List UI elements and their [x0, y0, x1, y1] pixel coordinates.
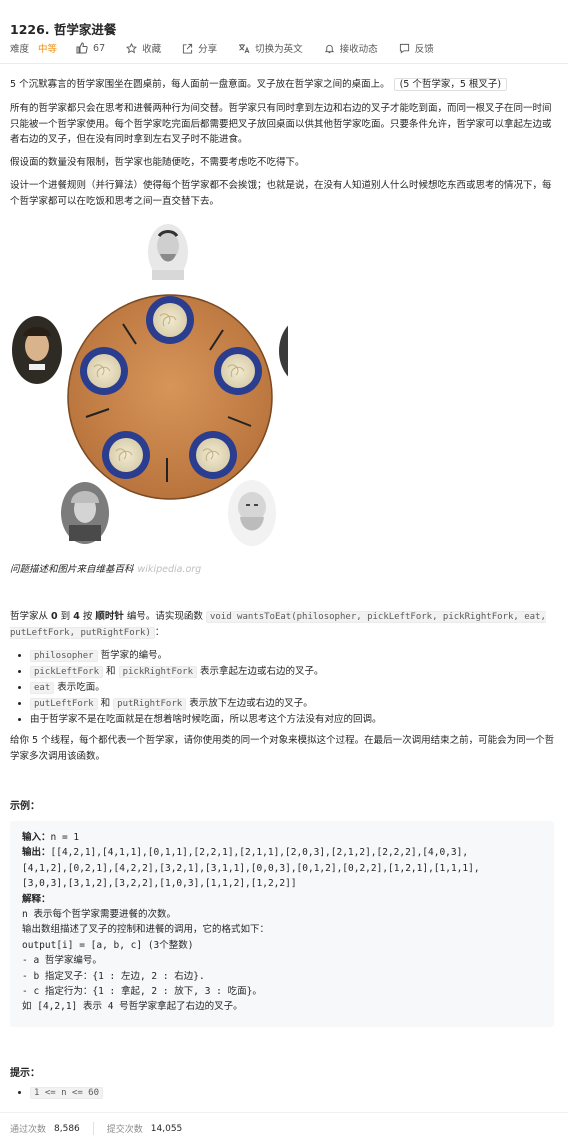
feedback-button[interactable]: 反馈	[399, 41, 434, 55]
text-fragment: ：	[154, 627, 165, 638]
list-item: 由于哲学家不是在吃面就是在想着啥时候吃面，所以思考这个方法没有对应的回调。	[30, 712, 382, 727]
pasta-plate	[80, 347, 128, 395]
description-text-1: 5 个沉默寡言的哲学家围坐在圆桌前，每人面前一盘意面。叉子放在哲学家之间的桌面上…	[10, 79, 390, 90]
list-item-text: 和	[97, 698, 114, 709]
hints-heading: 提示：	[10, 1068, 40, 1079]
thumbs-up-icon	[76, 42, 88, 54]
inline-code: pickRightFork	[118, 666, 198, 678]
constraint-code: 1 <= n <= 60	[30, 1087, 104, 1099]
list-item: eat 表示吃面。	[30, 680, 382, 696]
notify-button[interactable]: 接收动态	[324, 41, 378, 55]
list-item: putLeftFork 和 putRightFork 表示放下左边或右边的叉子。	[30, 696, 382, 712]
problem-meta-bar: 难度 中等 67 收藏 分享 切换为英文 接收动态 反馈	[10, 41, 455, 55]
like-count: 67	[93, 42, 106, 54]
pasta-plate	[102, 431, 150, 479]
text-fragment: 顺时针	[95, 611, 124, 622]
text-fragment: 按	[79, 611, 96, 622]
philosopher-portrait	[228, 480, 276, 546]
example-heading: 示例：	[10, 801, 40, 812]
parameter-list: philosopher 哲学家的编号。 pickLeftFork 和 pickR…	[30, 648, 382, 727]
example-code-block: 输入：n = 1 输出：[[4,2,1],[4,1,1],[0,1,1],[2,…	[10, 821, 554, 1027]
explanation-text: n 表示每个哲学家需要进餐的次数。 输出数组描述了叉子的控制和进餐的调用，它的格…	[22, 909, 270, 1013]
explanation-label: 解释：	[22, 893, 51, 905]
text-fragment: 4	[73, 611, 80, 622]
feedback-label: 反馈	[414, 44, 434, 55]
switch-language-label: 切换为英文	[255, 44, 303, 55]
like-button[interactable]: 67	[76, 42, 105, 54]
text-fragment: 编号。请实现函数	[123, 611, 206, 622]
pasta-plate	[189, 431, 237, 479]
list-item-text: 表示放下左边或右边的叉子。	[186, 698, 313, 709]
inline-code: putLeftFork	[30, 698, 98, 710]
philosopher-portrait	[61, 482, 109, 544]
pasta-plate	[146, 296, 194, 344]
inline-code: pickLeftFork	[30, 666, 104, 678]
submitted-count: 14,055	[150, 1123, 183, 1134]
submission-stats: 通过次数 8,586 提交次数 14,055	[10, 1122, 182, 1135]
star-icon	[126, 42, 138, 53]
caption-text: 问题描述和图片来自维基百科	[10, 564, 134, 575]
list-item: philosopher 哲学家的编号。	[30, 648, 382, 664]
collect-button[interactable]: 收藏	[126, 41, 161, 55]
text-fragment: 0	[51, 611, 58, 622]
accepted-count: 8,586	[54, 1123, 80, 1134]
share-label: 分享	[198, 44, 218, 55]
list-item-text: 哲学家的编号。	[97, 650, 168, 661]
switch-language-button[interactable]: 切换为英文	[238, 41, 303, 55]
translate-icon	[239, 43, 250, 53]
list-item-text: 由于哲学家不是在吃面就是在想着啥时候吃面，所以思考这个方法没有对应的回调。	[30, 714, 382, 725]
input-value: n = 1	[50, 832, 80, 843]
description-paragraph-6: 给你 5 个线程，每个都代表一个哲学家，请你使用类的同一个对象来模拟这个过程。在…	[10, 735, 555, 762]
stats-separator	[92, 1122, 94, 1135]
list-item-text: 表示拿起左边或右边的叉子。	[197, 666, 324, 677]
inline-code: eat	[30, 682, 55, 694]
description-paragraph-3: 假设面的数量没有限制，哲学家也能随便吃，不需要考虑吃不吃得下。	[10, 157, 305, 168]
inline-code: putRightFork	[113, 698, 187, 710]
feedback-icon	[399, 43, 409, 53]
philosopher-portrait	[148, 224, 188, 280]
philosopher-portrait	[12, 316, 62, 384]
list-item-text: 表示吃面。	[54, 682, 105, 693]
description-paragraph-4: 设计一个进餐规则（并行算法）使得每个哲学家都不会挨饿；也就是说，在没有人知道别人…	[10, 180, 552, 207]
stats-divider	[0, 1112, 568, 1113]
submitted-label: 提交次数	[106, 1125, 143, 1135]
difficulty-badge: 中等	[38, 44, 58, 55]
input-label: 输入：	[22, 832, 51, 843]
bell-icon	[324, 44, 334, 53]
problem-title: 1226. 哲学家进餐	[10, 22, 117, 37]
pasta-plate	[214, 347, 262, 395]
output-value: [[4,2,1],[4,1,1],[0,1,1],[2,2,1],[2,1,1]…	[22, 847, 480, 890]
philosopher-portrait	[279, 325, 288, 377]
description-paragraph-1: 5 个沉默寡言的哲学家围坐在圆桌前，每人面前一盘意面。叉子放在哲学家之间的桌面上…	[10, 77, 555, 93]
list-item: 1 <= n <= 60	[30, 1087, 104, 1099]
accepted-label: 通过次数	[10, 1125, 47, 1135]
description-note-1: (5 个哲学家，5 根叉子)	[393, 78, 508, 91]
dining-philosophers-illustration	[12, 224, 288, 546]
text-fragment: 哲学家从	[10, 611, 52, 622]
collect-label: 收藏	[142, 44, 162, 55]
description-paragraph-2: 所有的哲学家都只会在思考和进餐两种行为间交替。哲学家只有同时拿到左边和右边的叉子…	[10, 103, 552, 145]
description-paragraph-5: 哲学家从 0 到 4 按 顺时针 编号。请实现函数 void wantsToEa…	[10, 609, 555, 641]
notify-label: 接收动态	[339, 44, 378, 55]
list-item: pickLeftFork 和 pickRightFork 表示拿起左边或右边的叉…	[30, 664, 382, 680]
inline-code: philosopher	[30, 650, 98, 662]
share-icon	[183, 43, 193, 54]
header-divider	[0, 63, 568, 64]
hints-list: 1 <= n <= 60	[30, 1087, 104, 1099]
output-label: 输出：	[22, 847, 51, 859]
text-fragment: 到	[57, 611, 74, 622]
image-caption: 问题描述和图片来自维基百科 wikipedia.org	[10, 561, 201, 575]
caption-source-link[interactable]: wikipedia.org	[138, 564, 202, 575]
list-item-text: 和	[103, 666, 119, 677]
share-button[interactable]: 分享	[182, 41, 217, 55]
difficulty-label: 难度	[10, 44, 30, 55]
